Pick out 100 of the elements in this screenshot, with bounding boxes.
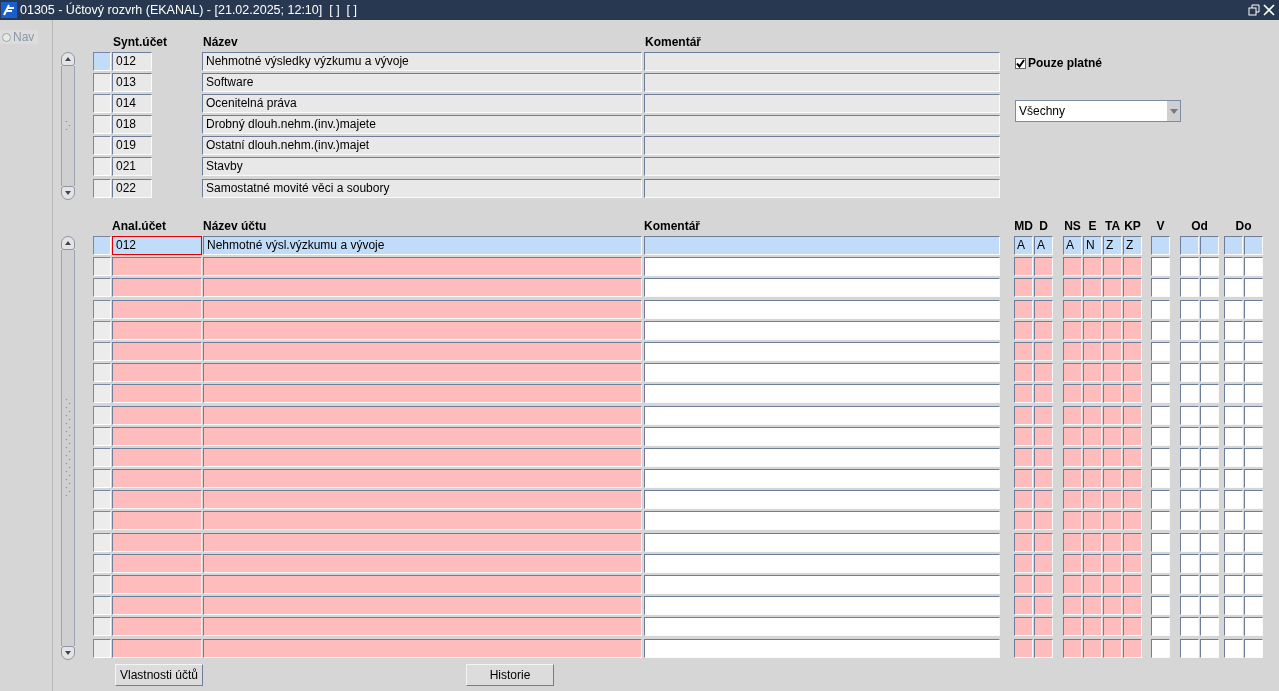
flag-field[interactable]	[1083, 532, 1102, 552]
date-field[interactable]	[1224, 447, 1243, 467]
flag-field[interactable]	[1063, 426, 1082, 446]
row-selector[interactable]	[93, 52, 111, 71]
flag-field[interactable]	[1123, 469, 1142, 489]
flag-field[interactable]	[1034, 363, 1053, 383]
date-field[interactable]	[1180, 532, 1199, 552]
date-field[interactable]	[1200, 469, 1219, 489]
comment-field[interactable]	[644, 617, 1000, 637]
flag-field[interactable]	[1151, 447, 1170, 467]
date-field[interactable]	[1244, 426, 1263, 446]
flag-field[interactable]	[1063, 363, 1082, 383]
flag-field[interactable]	[1083, 617, 1102, 637]
date-field[interactable]	[1224, 299, 1243, 319]
date-field[interactable]	[1200, 553, 1219, 573]
account-name-field[interactable]	[203, 257, 642, 277]
date-field[interactable]	[1224, 278, 1243, 298]
row-selector[interactable]	[93, 320, 111, 340]
account-number-field[interactable]: 012	[112, 52, 152, 71]
flag-field[interactable]	[1123, 278, 1142, 298]
flag-field[interactable]	[1151, 384, 1170, 404]
flag-field[interactable]	[1083, 490, 1102, 510]
flag-field[interactable]	[1123, 384, 1142, 404]
row-selector[interactable]	[93, 575, 111, 594]
flag-field[interactable]	[1151, 553, 1170, 573]
date-field[interactable]	[1200, 320, 1219, 340]
flag-field[interactable]	[1083, 405, 1102, 425]
row-selector[interactable]	[93, 363, 111, 383]
date-field[interactable]	[1200, 575, 1219, 594]
flag-field[interactable]	[1123, 426, 1142, 446]
flag-field[interactable]	[1083, 511, 1102, 531]
flag-field[interactable]	[1034, 553, 1053, 573]
scroll-up-button[interactable]	[61, 236, 75, 250]
account-name-field[interactable]	[203, 299, 642, 319]
flag-field[interactable]	[1123, 299, 1142, 319]
flag-field[interactable]	[1151, 469, 1170, 489]
flag-field[interactable]	[1103, 257, 1122, 277]
flag-field[interactable]	[1063, 299, 1082, 319]
date-field[interactable]	[1180, 341, 1199, 361]
account-name-field[interactable]	[203, 341, 642, 361]
date-field[interactable]	[1224, 596, 1243, 616]
date-field[interactable]	[1200, 617, 1219, 637]
row-selector[interactable]	[93, 553, 111, 573]
flag-field[interactable]	[1123, 553, 1142, 573]
date-field[interactable]	[1224, 575, 1243, 594]
account-number-field[interactable]: 021	[112, 157, 152, 177]
row-selector[interactable]	[93, 178, 111, 198]
flag-field[interactable]	[1103, 469, 1122, 489]
flag-field[interactable]	[1103, 320, 1122, 340]
flag-field[interactable]	[1123, 257, 1142, 277]
date-field[interactable]	[1200, 490, 1219, 510]
comment-field[interactable]	[644, 257, 1000, 277]
date-field[interactable]	[1224, 257, 1243, 277]
date-field[interactable]	[1224, 553, 1243, 573]
flag-field[interactable]	[1034, 447, 1053, 467]
flag-field[interactable]	[1083, 384, 1102, 404]
flag-field[interactable]	[1103, 575, 1122, 594]
flag-field[interactable]	[1151, 236, 1170, 255]
row-selector[interactable]	[93, 469, 111, 489]
date-field[interactable]	[1200, 596, 1219, 616]
account-name-field[interactable]	[203, 532, 642, 552]
comment-field[interactable]	[644, 73, 1000, 93]
flag-field[interactable]	[1083, 426, 1102, 446]
account-number-field[interactable]	[112, 320, 202, 340]
flag-field[interactable]	[1123, 596, 1142, 616]
flag-field[interactable]	[1151, 426, 1170, 446]
date-field[interactable]	[1200, 405, 1219, 425]
date-field[interactable]	[1224, 363, 1243, 383]
date-field[interactable]	[1244, 447, 1263, 467]
comment-field[interactable]	[644, 426, 1000, 446]
flag-field[interactable]	[1014, 575, 1033, 594]
account-name-field[interactable]: Nehmotné výsledky výzkumu a vývoje	[202, 52, 642, 71]
date-field[interactable]	[1244, 363, 1263, 383]
date-field[interactable]	[1180, 278, 1199, 298]
flag-field[interactable]	[1103, 532, 1122, 552]
flag-field[interactable]	[1063, 617, 1082, 637]
flag-field[interactable]	[1151, 617, 1170, 637]
flag-field[interactable]	[1034, 384, 1053, 404]
flag-field[interactable]	[1063, 596, 1082, 616]
flag-field[interactable]	[1083, 320, 1102, 340]
account-number-field[interactable]: 012	[112, 236, 202, 255]
date-field[interactable]	[1180, 363, 1199, 383]
flag-field[interactable]	[1034, 511, 1053, 531]
restore-icon[interactable]	[1248, 4, 1260, 16]
account-number-field[interactable]	[112, 490, 202, 510]
date-field[interactable]	[1244, 553, 1263, 573]
account-name-field[interactable]: Ostatní dlouh.nehm.(inv.)majet	[202, 136, 642, 156]
comment-field[interactable]	[644, 278, 1000, 298]
flag-field[interactable]	[1034, 532, 1053, 552]
flag-field[interactable]	[1014, 617, 1033, 637]
flag-field[interactable]	[1014, 341, 1033, 361]
scroll-up-button[interactable]	[61, 52, 75, 66]
date-field[interactable]	[1244, 257, 1263, 277]
only-valid-checkbox[interactable]: Pouze platné	[1015, 56, 1181, 70]
date-field[interactable]	[1224, 532, 1243, 552]
date-field[interactable]	[1200, 447, 1219, 467]
comment-field[interactable]	[644, 136, 1000, 156]
row-selector[interactable]	[93, 490, 111, 510]
account-number-field[interactable]: 019	[112, 136, 152, 156]
account-number-field[interactable]	[112, 257, 202, 277]
